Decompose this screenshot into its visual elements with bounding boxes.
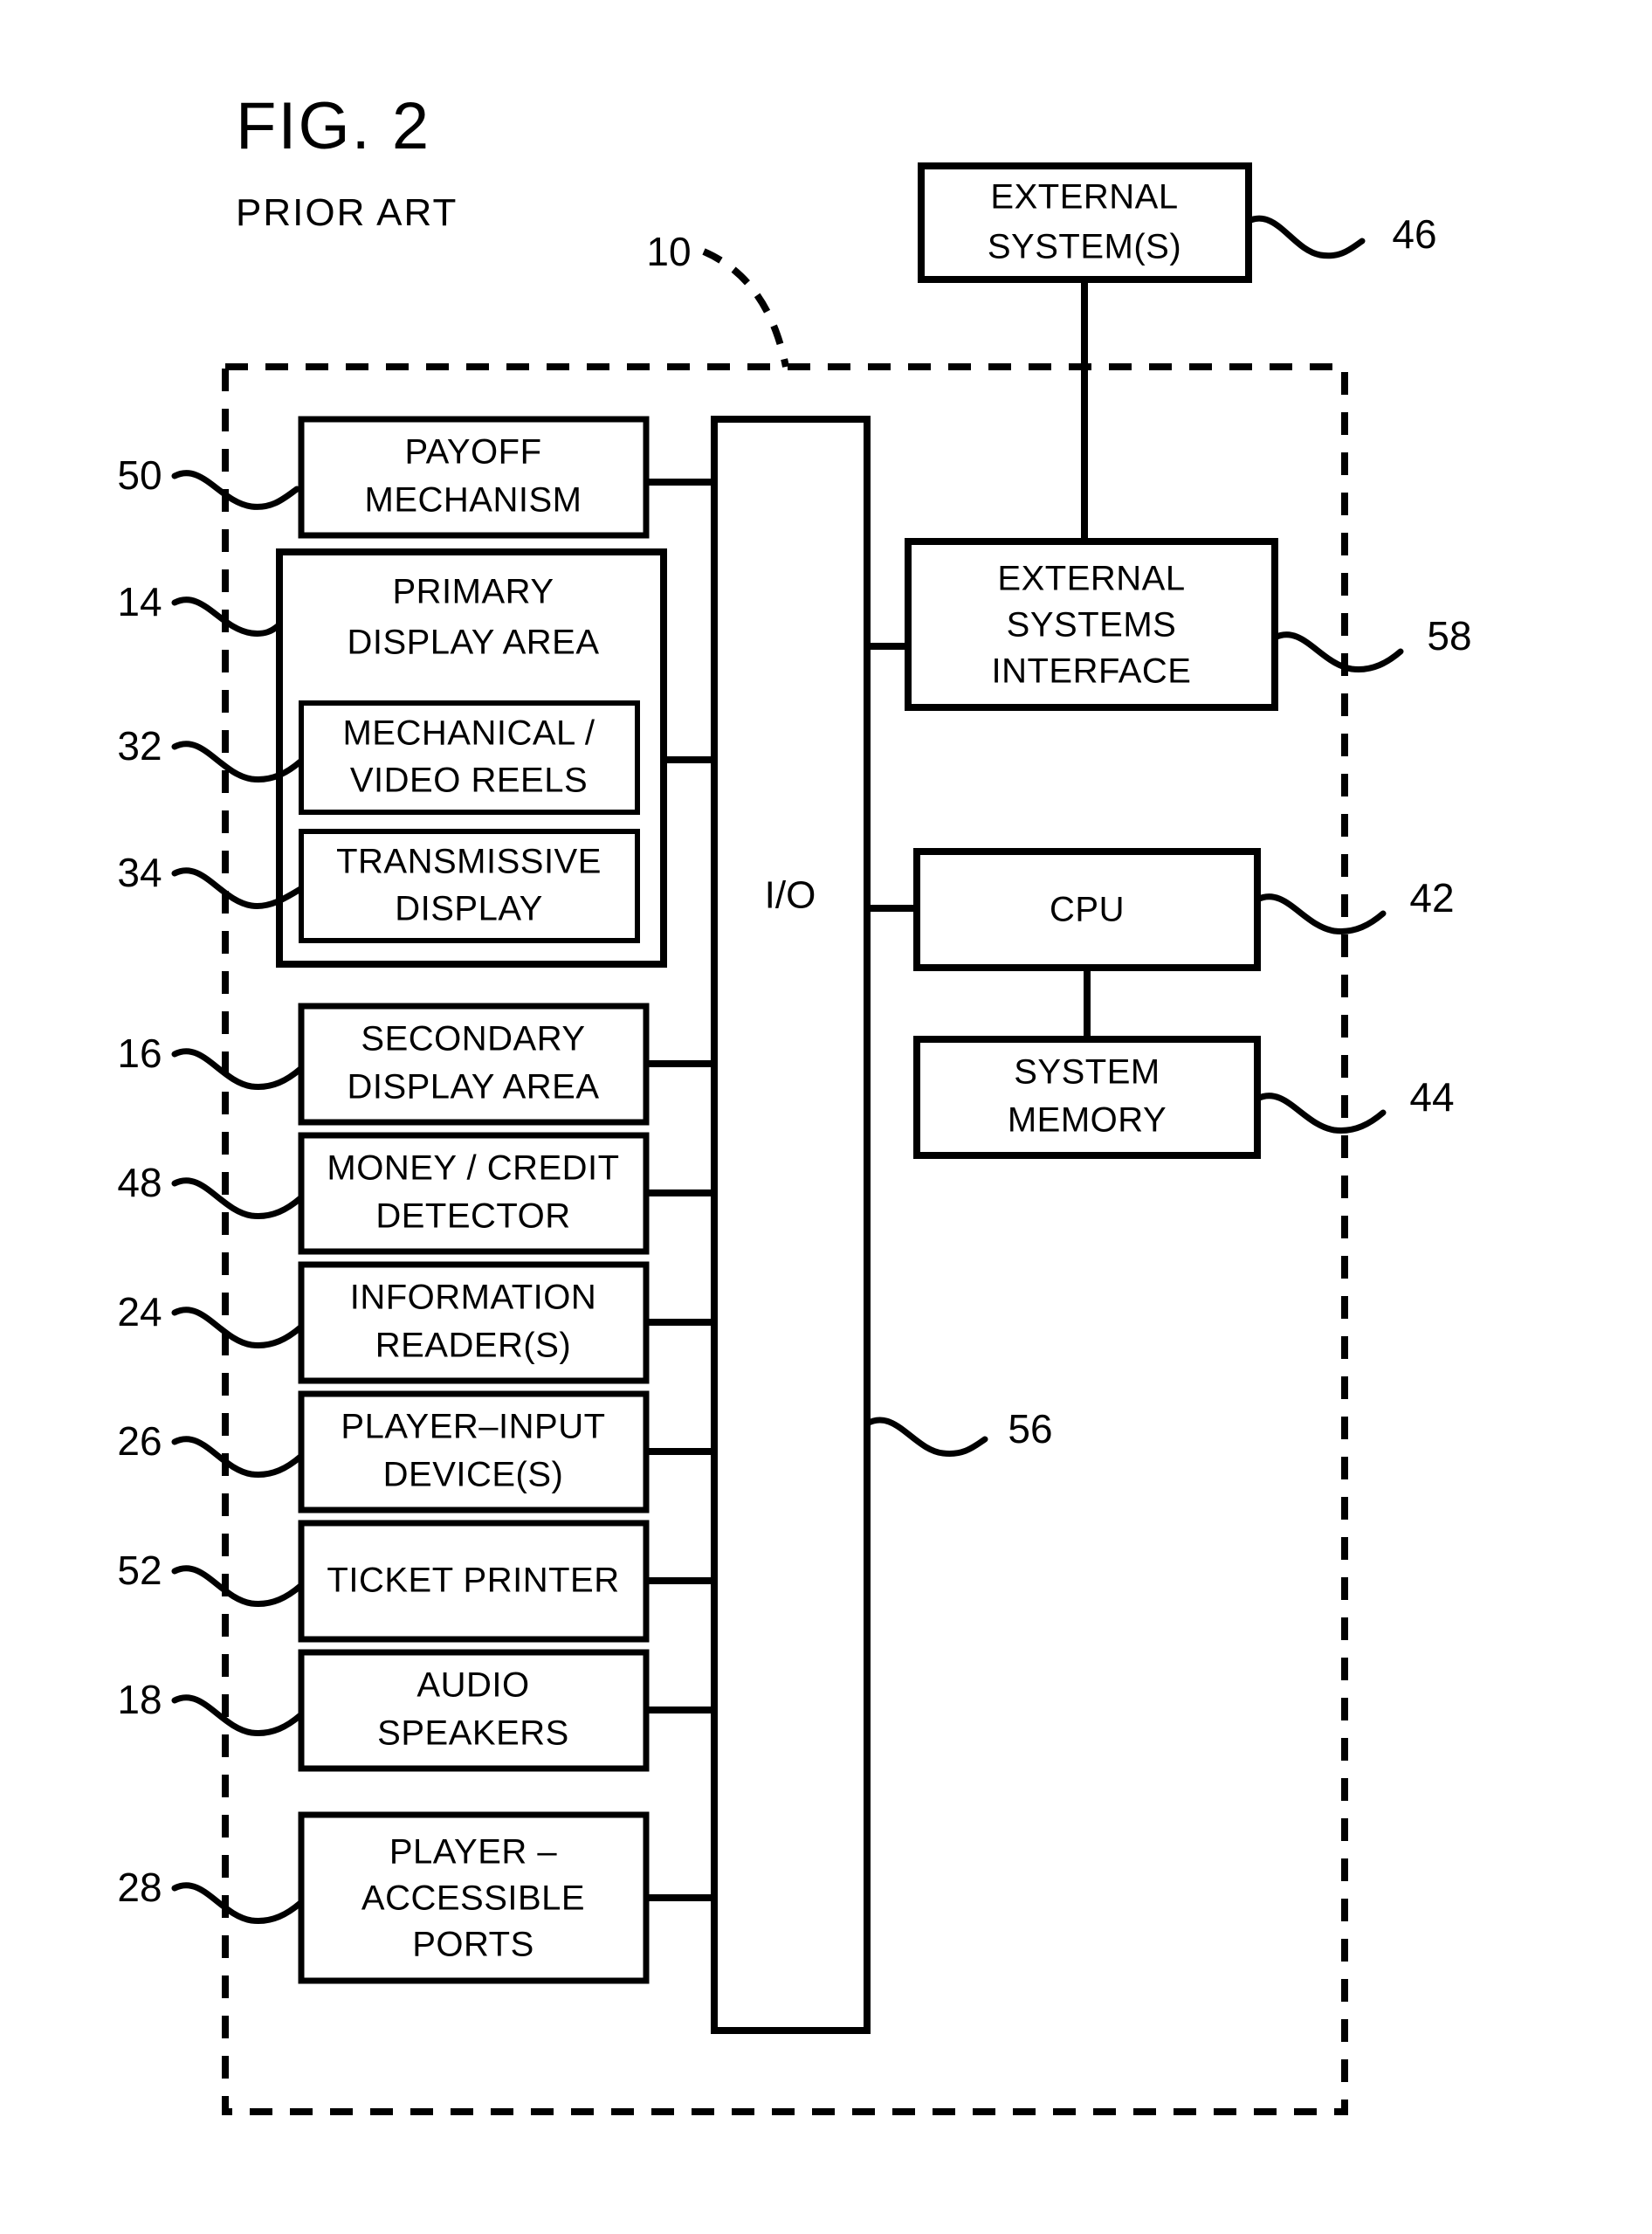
ref-number-56: 56: [1008, 1406, 1052, 1451]
primary-display-line2: DISPLAY AREA: [347, 624, 599, 662]
leader-line-50: [171, 470, 300, 510]
money-credit-line2: DETECTOR: [375, 1197, 570, 1236]
external-systems-line2: SYSTEM(S): [988, 228, 1181, 266]
leader-line-58: [1271, 631, 1404, 672]
ext-sys-interface-line1: EXTERNAL: [997, 560, 1185, 598]
ref-number-50: 50: [117, 452, 162, 498]
leader-line-24: [171, 1307, 304, 1348]
ref-number-48: 48: [117, 1160, 162, 1205]
ref-number-44: 44: [1409, 1074, 1454, 1120]
ref-number-14: 14: [117, 579, 162, 624]
secondary-display-line1: SECONDARY: [361, 1020, 585, 1058]
figure-title: FIG. 2: [236, 89, 430, 163]
external-systems-line1: EXTERNAL: [990, 178, 1178, 217]
leader-line-10: [702, 248, 789, 368]
ref-number-42: 42: [1409, 875, 1454, 920]
payoff-mechanism-line1: PAYOFF: [404, 433, 541, 472]
mechanical-reels-line2: VIDEO REELS: [350, 762, 588, 800]
leader-line-56: [864, 1417, 988, 1457]
patent-figure: FIG. 2 PRIOR ART 10 EXTERNAL SYSTEM(S) 4…: [0, 0, 1652, 2234]
ref-number-18: 18: [117, 1677, 162, 1722]
ref-number-26: 26: [117, 1418, 162, 1464]
leader-line-26: [171, 1436, 304, 1478]
leader-line-42: [1254, 893, 1387, 934]
player-ports-line1: PLAYER –: [389, 1833, 557, 1872]
transmissive-display-line2: DISPLAY: [395, 890, 543, 928]
block-diagram-canvas: FIG. 2 PRIOR ART 10 EXTERNAL SYSTEM(S) 4…: [117, 89, 1472, 2115]
leader-line-46: [1245, 215, 1366, 259]
money-credit-line1: MONEY / CREDIT: [327, 1149, 619, 1188]
leader-line-28: [171, 1882, 304, 1924]
ext-sys-interface-line3: INTERFACE: [992, 652, 1192, 691]
ticket-printer-line1: TICKET PRINTER: [327, 1562, 619, 1600]
ref-number-52: 52: [117, 1548, 162, 1593]
io-box: [711, 416, 871, 2034]
transmissive-display-line1: TRANSMISSIVE: [336, 843, 602, 881]
system-memory-line1: SYSTEM: [1014, 1053, 1160, 1092]
primary-display-line1: PRIMARY: [392, 573, 554, 611]
payoff-mechanism-line2: MECHANISM: [365, 481, 582, 520]
leader-line-44: [1254, 1093, 1387, 1134]
audio-speakers-line1: AUDIO: [416, 1666, 529, 1705]
leader-line-48: [171, 1177, 304, 1219]
ref-number-10: 10: [646, 229, 691, 274]
system-memory-line2: MEMORY: [1008, 1101, 1167, 1140]
ref-number-16: 16: [117, 1031, 162, 1076]
leader-line-16: [171, 1048, 304, 1090]
io-label: I/O: [765, 874, 816, 917]
ref-number-46: 46: [1392, 211, 1436, 257]
figure-subtitle: PRIOR ART: [236, 191, 458, 234]
player-input-line2: DEVICE(S): [383, 1456, 564, 1494]
secondary-display-line2: DISPLAY AREA: [347, 1068, 599, 1107]
ref-number-34: 34: [117, 850, 162, 895]
ref-number-32: 32: [117, 723, 162, 769]
ref-number-28: 28: [117, 1865, 162, 1910]
audio-speakers-line2: SPEAKERS: [377, 1714, 569, 1753]
information-readers-line2: READER(S): [375, 1327, 572, 1365]
player-input-line1: PLAYER–INPUT: [341, 1408, 605, 1446]
ref-number-24: 24: [117, 1289, 162, 1334]
cpu-line1: CPU: [1050, 891, 1125, 929]
leader-line-52: [171, 1565, 304, 1607]
leader-line-18: [171, 1694, 304, 1736]
ext-sys-interface-line2: SYSTEMS: [1007, 606, 1177, 645]
mechanical-reels-line1: MECHANICAL /: [342, 714, 595, 753]
information-readers-line1: INFORMATION: [350, 1279, 597, 1317]
ref-number-58: 58: [1427, 613, 1471, 658]
player-ports-line3: PORTS: [412, 1926, 534, 1964]
player-ports-line2: ACCESSIBLE: [361, 1879, 585, 1918]
